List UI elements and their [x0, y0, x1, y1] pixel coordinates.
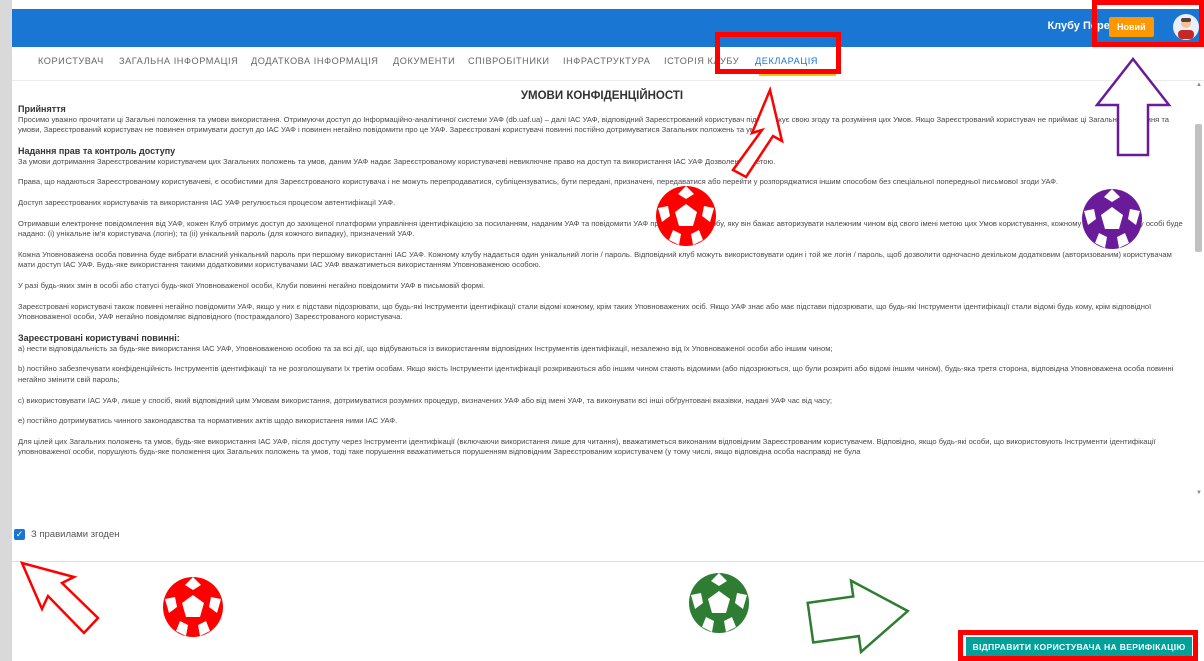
green-soccer-ball-icon	[689, 573, 749, 633]
red-arrow-up-icon	[731, 85, 784, 179]
annotation-overlay	[19, 56, 1172, 655]
purple-arrow-up-icon	[1094, 56, 1172, 157]
red-soccer-ball-bottom-icon	[163, 577, 223, 637]
purple-soccer-ball-icon	[1082, 189, 1142, 249]
red-arrow-checkbox-icon	[19, 561, 100, 635]
red-soccer-ball-icon	[656, 186, 716, 246]
green-arrow-right-icon	[806, 578, 910, 655]
